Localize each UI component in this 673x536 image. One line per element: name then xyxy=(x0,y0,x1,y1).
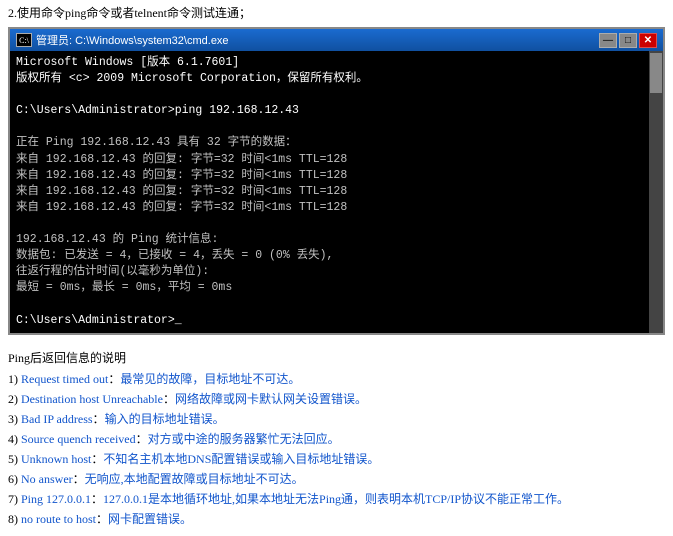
cmd-line-0: Microsoft Windows [版本 6.1.7601] xyxy=(16,55,657,71)
ping-item-number-7: 8) xyxy=(8,512,21,526)
cmd-icon: C:\ xyxy=(16,33,32,47)
ping-item-label-5: No answer xyxy=(21,472,73,486)
ping-item-label-3: Source quench received xyxy=(21,432,136,446)
cmd-line-12: 数据包: 已发送 = 4，已接收 = 4，丢失 = 0 (0% 丢失), xyxy=(16,248,657,264)
cmd-content: Microsoft Windows [版本 6.1.7601] 版权所有 <c>… xyxy=(10,51,663,333)
ping-item-desc-4: 不知名主机本地DNS配置错误或输入目标地址错误。 xyxy=(103,452,379,466)
cmd-line-6: 来自 192.168.12.43 的回复: 字节=32 时间<1ms TTL=1… xyxy=(16,152,657,168)
ping-item-label-0: Request timed out xyxy=(21,372,108,386)
ping-item-number-0: 1) xyxy=(8,372,21,386)
ping-items-container: 1) Request timed out：最常见的故障，目标地址不可达。2) D… xyxy=(8,370,665,528)
ping-item-number-3: 4) xyxy=(8,432,21,446)
ping-info-item-0: 1) Request timed out：最常见的故障，目标地址不可达。 xyxy=(8,370,665,388)
ping-item-colon-7: ： xyxy=(96,512,108,526)
ping-info-item-7: 8) no route to host：网卡配置错误。 xyxy=(8,510,665,528)
cmd-line-2 xyxy=(16,87,657,103)
ping-info-item-4: 5) Unknown host：不知名主机本地DNS配置错误或输入目标地址错误。 xyxy=(8,450,665,468)
ping-item-desc-1: 网络故障或网卡默认网关设置错误。 xyxy=(175,392,367,406)
ping-item-colon-5: ： xyxy=(73,472,85,486)
ping-item-desc-0: 最常见的故障，目标地址不可达。 xyxy=(120,372,300,386)
ping-info-section: Ping后返回信息的说明 1) Request timed out：最常见的故障… xyxy=(0,343,673,536)
ping-info-item-1: 2) Destination host Unreachable：网络故障或网卡默… xyxy=(8,390,665,408)
ping-item-number-2: 3) xyxy=(8,412,21,426)
cmd-line-3: C:\Users\Administrator>ping 192.168.12.4… xyxy=(16,103,657,119)
cmd-scrollbar[interactable] xyxy=(649,51,663,333)
cmd-line-16: C:\Users\Administrator>_ xyxy=(16,313,657,329)
cmd-window: C:\ 管理员: C:\Windows\system32\cmd.exe — □… xyxy=(8,27,665,335)
cmd-line-1: 版权所有 <c> 2009 Microsoft Corporation，保留所有… xyxy=(16,71,657,87)
ping-item-number-6: 7) xyxy=(8,492,21,506)
ping-info-item-2: 3) Bad IP address：输入的目标地址错误。 xyxy=(8,410,665,428)
cmd-line-14: 最短 = 0ms，最长 = 0ms，平均 = 0ms xyxy=(16,280,657,296)
cmd-titlebar-left: C:\ 管理员: C:\Windows\system32\cmd.exe xyxy=(16,32,229,48)
ping-item-colon-4: ： xyxy=(91,452,103,466)
ping-info-item-6: 7) Ping 127.0.0.1：127.0.0.1是本地循环地址,如果本地址… xyxy=(8,490,665,508)
ping-item-label-1: Destination host Unreachable xyxy=(21,392,163,406)
ping-item-desc-3: 对方或中途的服务器繁忙无法回应。 xyxy=(148,432,340,446)
cmd-title: 管理员: C:\Windows\system32\cmd.exe xyxy=(36,32,229,48)
cmd-icon-symbol: C:\ xyxy=(19,36,29,45)
ping-item-number-4: 5) xyxy=(8,452,21,466)
cmd-line-5: 正在 Ping 192.168.12.43 具有 32 字节的数据： xyxy=(16,135,657,151)
cmd-line-15 xyxy=(16,296,657,312)
scrollbar-thumb[interactable] xyxy=(650,53,662,93)
ping-item-colon-2: ： xyxy=(93,412,105,426)
top-instruction: 2.使用命令ping命令或者telnent命令测试连通； xyxy=(0,0,673,27)
ping-item-label-6: Ping 127.0.0.1 xyxy=(21,492,91,506)
ping-info-title: Ping后返回信息的说明 xyxy=(8,349,665,366)
ping-item-desc-6: 127.0.0.1是本地循环地址,如果本地址无法Ping通，则表明本机TCP/I… xyxy=(103,492,569,506)
close-button[interactable]: ✕ xyxy=(639,33,657,48)
ping-item-colon-6: ： xyxy=(91,492,103,506)
ping-info-item-5: 6) No answer：无响应,本地配置故障或目标地址不可达。 xyxy=(8,470,665,488)
ping-item-label-2: Bad IP address xyxy=(21,412,93,426)
ping-item-colon-0: ： xyxy=(108,372,120,386)
cmd-line-4 xyxy=(16,119,657,135)
cmd-line-9: 来自 192.168.12.43 的回复: 字节=32 时间<1ms TTL=1… xyxy=(16,200,657,216)
cmd-line-7: 来自 192.168.12.43 的回复: 字节=32 时间<1ms TTL=1… xyxy=(16,168,657,184)
ping-item-desc-7: 网卡配置错误。 xyxy=(108,512,192,526)
ping-item-colon-1: ： xyxy=(163,392,175,406)
ping-info-item-3: 4) Source quench received：对方或中途的服务器繁忙无法回… xyxy=(8,430,665,448)
ping-item-label-4: Unknown host xyxy=(21,452,91,466)
ping-item-label-7: no route to host xyxy=(21,512,96,526)
maximize-button[interactable]: □ xyxy=(619,33,637,48)
cmd-line-13: 往返行程的估计时间(以毫秒为单位): xyxy=(16,264,657,280)
cmd-line-10 xyxy=(16,216,657,232)
ping-item-number-1: 2) xyxy=(8,392,21,406)
minimize-button[interactable]: — xyxy=(599,33,617,48)
ping-item-desc-2: 输入的目标地址错误。 xyxy=(105,412,225,426)
cmd-titlebar: C:\ 管理员: C:\Windows\system32\cmd.exe — □… xyxy=(10,29,663,51)
ping-item-colon-3: ： xyxy=(136,432,148,446)
ping-item-desc-5: 无响应,本地配置故障或目标地址不可达。 xyxy=(85,472,304,486)
cmd-titlebar-buttons: — □ ✕ xyxy=(599,33,657,48)
cmd-line-8: 来自 192.168.12.43 的回复: 字节=32 时间<1ms TTL=1… xyxy=(16,184,657,200)
ping-item-number-5: 6) xyxy=(8,472,21,486)
cmd-line-11: 192.168.12.43 的 Ping 统计信息: xyxy=(16,232,657,248)
